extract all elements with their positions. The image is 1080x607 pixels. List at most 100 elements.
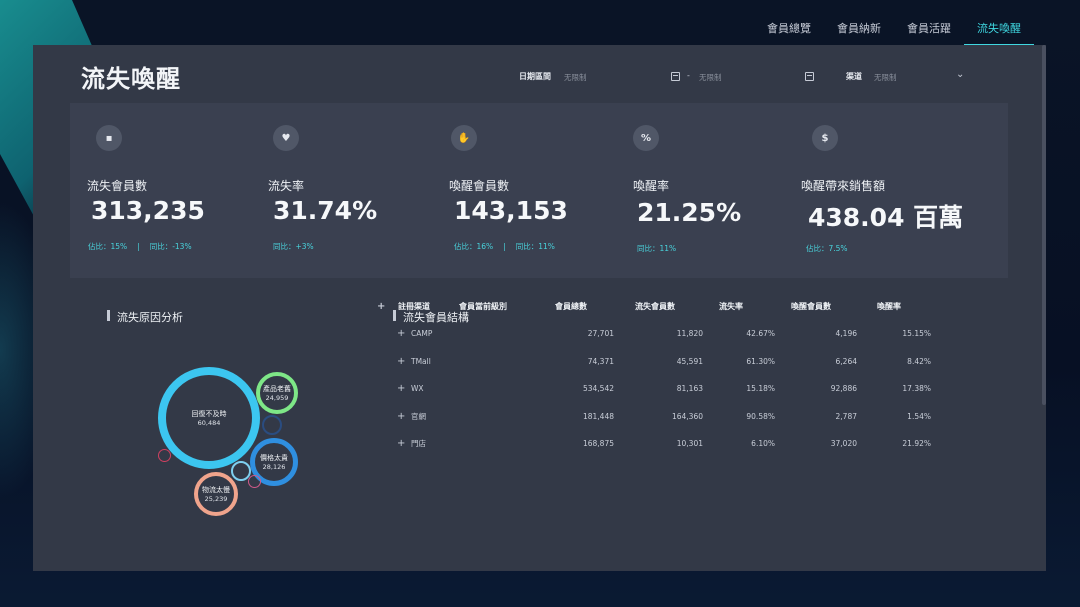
awake-cell: 4,196	[835, 329, 857, 339]
table-header-row: + 註冊渠道 會員當前級別 會員總數 流失會員數 流失率 喚醒會員數 喚醒率	[357, 293, 947, 320]
tab-churn-reactivation[interactable]: 流失喚醒	[964, 14, 1034, 46]
date-separator: -	[687, 71, 690, 80]
expand-icon[interactable]: +	[397, 356, 405, 367]
column-header: 流失會員數	[635, 302, 675, 311]
tab-member-activity[interactable]: 會員活躍	[894, 14, 964, 46]
kpi-sep: |	[503, 242, 506, 251]
level-cell	[459, 403, 555, 431]
bubble-slow-response[interactable]: 回復不及時 60,484	[158, 367, 260, 469]
awake-cell: 2,787	[835, 411, 857, 421]
lost-rate-cell: 61.30%	[746, 356, 775, 366]
table-row[interactable]: + CAMP 27,701 11,820 42.67% 4,196 15.15%	[357, 320, 947, 348]
total-cell: 168,875	[582, 439, 614, 449]
bubble-value: 60,484	[197, 419, 221, 427]
table-row[interactable]: + WX 534,542 81,163 15.18% 92,886 17.38%	[357, 375, 947, 403]
kpi-value: 438.04 百萬	[808, 203, 964, 232]
bubble-small	[248, 475, 261, 488]
kpi-label: 流失會員數	[87, 179, 148, 193]
tab-member-acquisition[interactable]: 會員納新	[824, 14, 894, 46]
kpi-sub: 佔比：15% | 同比：-13%	[88, 241, 192, 252]
bubble-slow-logistics[interactable]: 物流太慢 25,239	[194, 472, 238, 516]
bubble-small	[262, 415, 282, 435]
expand-icon[interactable]: +	[397, 383, 405, 394]
tab-member-overview[interactable]: 會員總覽	[754, 14, 824, 46]
total-cell: 74,371	[587, 356, 614, 366]
channel-name: 門店	[411, 439, 426, 449]
bubble-old-product[interactable]: 產品老舊 24,959	[256, 372, 298, 414]
expand-all-icon[interactable]: +	[377, 301, 385, 312]
channel-cell: + WX	[357, 375, 459, 403]
awake-rate-cell: 1.54%	[907, 411, 931, 421]
channel-cell: + 門店	[357, 430, 459, 458]
awake-rate-cell: 21.92%	[902, 439, 931, 449]
top-nav: 會員總覽 會員納新 會員活躍 流失喚醒	[754, 14, 1034, 46]
awake-rate-cell: 15.15%	[902, 329, 931, 339]
awake-rate-cell: 8.42%	[907, 356, 931, 366]
awake-rate-cell: 17.38%	[902, 384, 931, 394]
bubble-small	[158, 449, 171, 462]
date-from-field[interactable]: 无限制	[564, 72, 587, 83]
kpi-share: 佔比：16%	[454, 242, 494, 251]
kpi-yoy: 同比：-13%	[149, 242, 192, 251]
column-header: 會員當前級別	[459, 302, 507, 311]
kpi-label: 流失率	[268, 179, 305, 193]
column-header: + 註冊渠道	[357, 293, 459, 320]
channel-select[interactable]: 无限制	[874, 72, 897, 83]
kpi-value: 313,235	[91, 196, 205, 225]
awake-cell: 37,020	[830, 439, 857, 449]
column-header: 喚醒率	[877, 302, 901, 311]
churn-structure-table: + 註冊渠道 會員當前級別 會員總數 流失會員數 流失率 喚醒會員數 喚醒率 + C…	[357, 293, 957, 458]
heart-icon: ♥	[273, 125, 299, 151]
lost-rate-cell: 90.58%	[746, 411, 775, 421]
channel-cell: + 官網	[357, 403, 459, 431]
kpi-sub: 同比：+3%	[273, 242, 314, 251]
kpi-summary: ▪ 流失會員數 313,235 佔比：15% | 同比：-13% ♥ 流失率 31.…	[70, 103, 1008, 278]
page-title: 流失喚醒	[81, 65, 181, 93]
kpi-value: 31.74%	[273, 196, 378, 225]
channel-name: 官網	[411, 411, 426, 421]
kpi-label: 喚醒會員數	[449, 179, 510, 193]
bubble-label: 產品老舊	[263, 385, 291, 393]
total-cell: 27,701	[587, 329, 614, 339]
table-row[interactable]: + TMall 74,371 45,591 61.30% 6,264 8.42%	[357, 348, 947, 376]
table-row[interactable]: + 官網 181,448 164,360 90.58% 2,787 1.54%	[357, 403, 947, 431]
column-header: 喚醒會員數	[791, 302, 831, 311]
kpi-share: 佔比：15%	[88, 242, 128, 251]
level-cell	[459, 375, 555, 403]
channel-name: CAMP	[411, 329, 433, 339]
bubble-value: 28,126	[262, 463, 286, 471]
lost-cell: 45,591	[676, 356, 703, 366]
expand-icon[interactable]: +	[397, 411, 405, 422]
kpi-yoy: 同比：11%	[515, 242, 555, 251]
lost-cell: 11,820	[676, 329, 703, 339]
dollar-coin-icon: $	[812, 125, 838, 151]
channel-name: TMall	[411, 356, 431, 366]
awake-cell: 92,886	[830, 384, 857, 394]
filter-bar: 日期區間 无限制 - 无限制 渠道 无限制 ⌄	[519, 69, 976, 87]
bubble-label: 回復不及時	[191, 410, 227, 418]
lost-cell: 81,163	[676, 384, 703, 394]
lost-rate-cell: 42.67%	[746, 329, 775, 339]
table-row[interactable]: + 門店 168,875 10,301 6.10% 37,020 21.92%	[357, 430, 947, 458]
level-cell	[459, 320, 555, 348]
date-to-field[interactable]: 无限制	[699, 72, 722, 83]
scrollbar[interactable]	[1042, 45, 1046, 405]
total-cell: 181,448	[582, 411, 614, 421]
kpi-sub: 同比：11%	[637, 244, 677, 253]
chevron-down-icon[interactable]: ⌄	[956, 69, 964, 80]
expand-icon[interactable]: +	[397, 438, 405, 449]
kpi-sub: 佔比：16% | 同比：11%	[454, 241, 555, 252]
lost-rate-cell: 6.10%	[751, 439, 775, 449]
calendar-icon[interactable]	[805, 72, 814, 81]
channel-name: WX	[411, 384, 424, 394]
kpi-value: 21.25%	[637, 198, 742, 227]
bubble-value: 25,239	[204, 495, 228, 503]
bubble-label: 物流太慢	[202, 486, 230, 494]
column-header: 流失率	[719, 302, 743, 311]
percent-icon: %	[633, 125, 659, 151]
date-range-label: 日期區間	[519, 72, 551, 81]
calendar-icon[interactable]	[671, 72, 680, 81]
kpi-sep: |	[137, 242, 140, 251]
expand-icon[interactable]: +	[397, 328, 405, 339]
kpi-sub: 佔比：7.5%	[806, 244, 848, 253]
